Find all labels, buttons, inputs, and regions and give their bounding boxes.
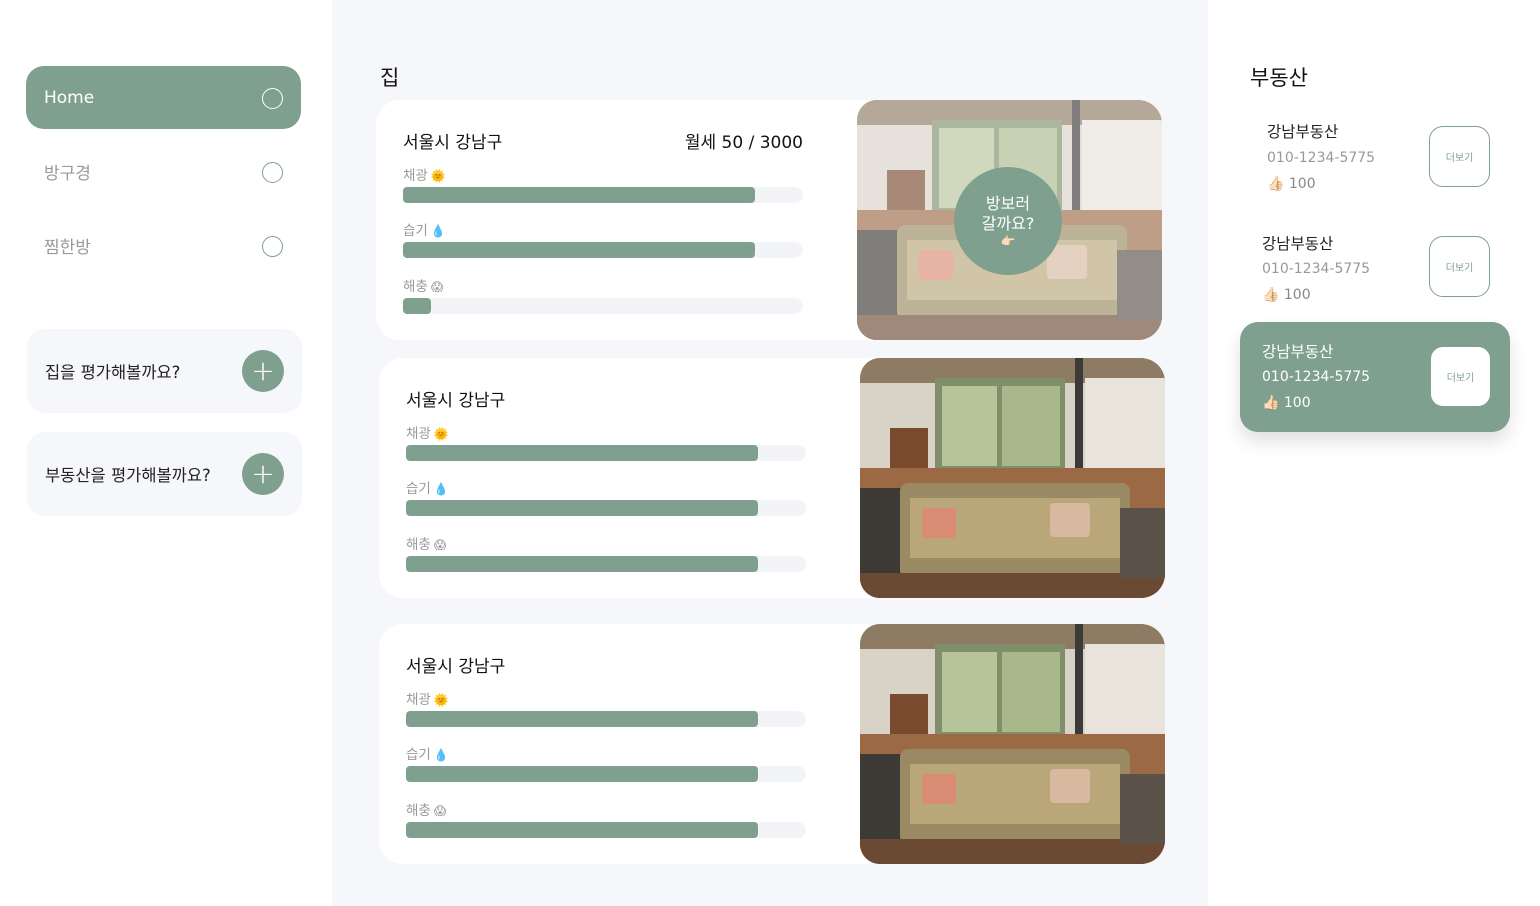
pests-bar-fill bbox=[403, 298, 431, 314]
humidity-bar-fill bbox=[406, 500, 758, 516]
agency-likes: 👍🏻 100 bbox=[1262, 287, 1311, 303]
more-button[interactable]: 더보기 bbox=[1429, 236, 1490, 297]
thumbs-up-icon: 👍🏻 bbox=[1262, 395, 1280, 411]
sun-icon: 🌞 bbox=[430, 169, 446, 183]
more-button[interactable]: 더보기 bbox=[1429, 126, 1490, 187]
house-address: 서울시 강남구 bbox=[406, 391, 506, 411]
circle-icon bbox=[262, 235, 283, 257]
rate-house-label: 집을 평가해볼까요? bbox=[45, 363, 181, 382]
house-address: 서울시 강남구 bbox=[406, 657, 506, 677]
droplet-icon: 💧 bbox=[433, 748, 449, 762]
agency-phone: 010-1234-5775 bbox=[1262, 369, 1371, 385]
page-title: 집 bbox=[380, 66, 400, 90]
pests-bar bbox=[406, 556, 806, 572]
plus-icon: + bbox=[251, 457, 275, 490]
sunlight-bar bbox=[406, 711, 806, 727]
metric-label-sunlight: 채광 🌞 bbox=[406, 692, 449, 708]
add-agency-review-button[interactable]: + bbox=[242, 453, 284, 495]
visit-line2: 갈까요? bbox=[981, 214, 1035, 233]
nav-item-label: 찜한방 bbox=[44, 238, 91, 258]
house-photo[interactable] bbox=[860, 624, 1165, 864]
nav-item-browse-rooms[interactable]: 방구경 bbox=[26, 140, 301, 203]
droplet-icon: 💧 bbox=[430, 224, 446, 238]
metric-label-pests: 해충 😱 bbox=[403, 279, 444, 295]
rate-agency-card[interactable]: 부동산을 평가해볼까요? + bbox=[27, 432, 302, 516]
metric-label-sunlight: 채광 🌞 bbox=[403, 168, 446, 184]
metric-label-pests: 해충 😱 bbox=[406, 803, 447, 819]
sunlight-bar-fill bbox=[403, 187, 755, 203]
agency-name: 강남부동산 bbox=[1262, 235, 1334, 253]
living-room-image bbox=[860, 624, 1165, 864]
scream-face-icon: 😱 bbox=[433, 804, 447, 818]
add-house-review-button[interactable]: + bbox=[242, 350, 284, 392]
pests-bar-fill bbox=[406, 556, 758, 572]
metric-label-humidity: 습기 💧 bbox=[406, 481, 449, 497]
house-photo[interactable]: 방보러 갈까요? 👉🏻 bbox=[857, 100, 1162, 340]
agency-name: 강남부동산 bbox=[1267, 123, 1339, 141]
sunlight-bar-fill bbox=[406, 711, 758, 727]
house-card[interactable]: 서울시 강남구 채광 🌞 습기 💧 해충 😱 bbox=[379, 624, 1165, 864]
house-info: 서울시 강남구 월세 50 / 3000 채광 🌞 습기 💧 해충 😱 bbox=[403, 100, 803, 340]
pests-bar-fill bbox=[406, 822, 758, 838]
pests-bar bbox=[403, 298, 803, 314]
agency-card[interactable]: 강남부동산 010-1234-5775 👍🏻 100 더보기 bbox=[1240, 214, 1510, 324]
scream-face-icon: 😱 bbox=[430, 280, 444, 294]
nav-item-saved-rooms[interactable]: 찜한방 bbox=[26, 214, 301, 277]
scream-face-icon: 😱 bbox=[433, 538, 447, 552]
more-button[interactable]: 더보기 bbox=[1431, 347, 1490, 406]
rate-house-card[interactable]: 집을 평가해볼까요? + bbox=[27, 329, 302, 413]
agency-likes: 👍🏻 100 bbox=[1267, 176, 1316, 192]
nav-item-home[interactable]: Home bbox=[26, 66, 301, 129]
agency-panel-title: 부동산 bbox=[1250, 66, 1308, 90]
main-content: 집 서울시 강남구 월세 50 / 3000 채광 🌞 습기 💧 해충 😱 방보러 갈… bbox=[332, 0, 1208, 906]
living-room-image bbox=[860, 358, 1165, 598]
humidity-bar-fill bbox=[403, 242, 755, 258]
metric-label-sunlight: 채광 🌞 bbox=[406, 426, 449, 442]
nav-item-label: 방구경 bbox=[44, 164, 91, 184]
rate-agency-label: 부동산을 평가해볼까요? bbox=[45, 466, 211, 485]
agency-card[interactable]: 강남부동산 010-1234-5775 👍🏻 100 더보기 bbox=[1240, 104, 1510, 214]
sun-icon: 🌞 bbox=[433, 427, 449, 441]
metric-label-humidity: 습기 💧 bbox=[403, 223, 446, 239]
visit-room-button[interactable]: 방보러 갈까요? 👉🏻 bbox=[954, 167, 1062, 275]
humidity-bar bbox=[403, 242, 803, 258]
nav-item-label: Home bbox=[44, 87, 95, 108]
agency-panel: 부동산 강남부동산 010-1234-5775 👍🏻 100 더보기 강남부동산… bbox=[1208, 0, 1540, 906]
humidity-bar-fill bbox=[406, 766, 758, 782]
agency-likes: 👍🏻 100 bbox=[1262, 395, 1311, 411]
thumbs-up-icon: 👍🏻 bbox=[1262, 287, 1280, 303]
droplet-icon: 💧 bbox=[433, 482, 449, 496]
house-info: 서울시 강남구 채광 🌞 습기 💧 해충 😱 bbox=[406, 624, 806, 864]
humidity-bar bbox=[406, 500, 806, 516]
humidity-bar bbox=[406, 766, 806, 782]
house-card[interactable]: 서울시 강남구 월세 50 / 3000 채광 🌞 습기 💧 해충 😱 방보러 갈까요… bbox=[376, 100, 1162, 340]
agency-phone: 010-1234-5775 bbox=[1267, 150, 1376, 166]
pests-bar bbox=[406, 822, 806, 838]
sun-icon: 🌞 bbox=[433, 693, 449, 707]
metric-label-humidity: 습기 💧 bbox=[406, 747, 449, 763]
sidebar: Home 방구경 찜한방 집을 평가해볼까요? + 부동산을 평가해볼까요? + bbox=[0, 0, 332, 906]
house-photo[interactable] bbox=[860, 358, 1165, 598]
circle-icon bbox=[262, 87, 283, 109]
visit-line1: 방보러 bbox=[985, 194, 1031, 213]
circle-icon bbox=[262, 161, 283, 183]
agency-name: 강남부동산 bbox=[1262, 343, 1334, 361]
sunlight-bar bbox=[403, 187, 803, 203]
plus-icon: + bbox=[251, 354, 275, 387]
sunlight-bar bbox=[406, 445, 806, 461]
house-info: 서울시 강남구 채광 🌞 습기 💧 해충 😱 bbox=[406, 358, 806, 598]
house-card[interactable]: 서울시 강남구 채광 🌞 습기 💧 해충 😱 bbox=[379, 358, 1165, 598]
house-address: 서울시 강남구 bbox=[403, 133, 503, 153]
agency-card-selected[interactable]: 강남부동산 010-1234-5775 👍🏻 100 더보기 bbox=[1240, 322, 1510, 432]
house-price: 월세 50 / 3000 bbox=[684, 133, 803, 153]
metric-label-pests: 해충 😱 bbox=[406, 537, 447, 553]
thumbs-up-icon: 👍🏻 bbox=[1267, 176, 1285, 192]
agency-phone: 010-1234-5775 bbox=[1262, 261, 1371, 277]
sunlight-bar-fill bbox=[406, 445, 758, 461]
pointing-hand-icon: 👉🏻 bbox=[1000, 234, 1016, 248]
